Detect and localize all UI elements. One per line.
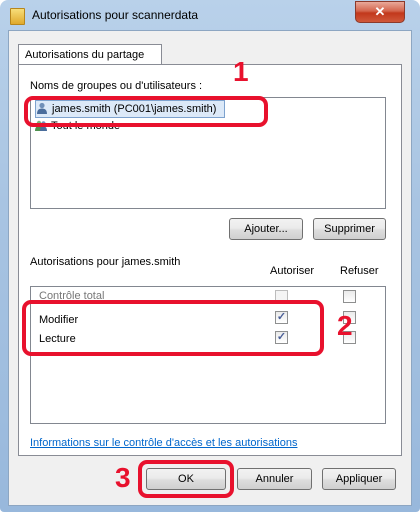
cancel-button[interactable]: Annuler [237,468,312,490]
apply-button[interactable]: Appliquer [322,468,396,490]
tab-share-permissions[interactable]: Autorisations du partage [18,44,162,64]
callout-number-2: 2 [337,310,353,341]
callout-box-1 [24,96,268,127]
callout-number-3: 3 [115,462,131,493]
callout-box-3 [138,460,234,498]
callout-number-1: 1 [233,56,249,87]
permissions-label: Autorisations pour james.smith [30,256,181,268]
remove-button[interactable]: Supprimer [313,218,386,240]
window-title: Autorisations pour scannerdata [32,8,199,22]
folder-icon [10,8,25,25]
deny-full-control-checkbox[interactable] [343,290,356,303]
title-bar[interactable]: Autorisations pour scannerdata ✕ [0,0,420,30]
callout-box-2 [22,300,324,356]
close-button[interactable]: ✕ [355,1,405,23]
users-list-label: Noms de groupes ou d'utilisateurs : [30,80,203,92]
deny-column-header: Refuser [340,265,379,277]
add-button[interactable]: Ajouter... [229,218,303,240]
access-control-info-link[interactable]: Informations sur le contrôle d'accès et … [30,437,297,449]
allow-column-header: Autoriser [270,265,315,277]
